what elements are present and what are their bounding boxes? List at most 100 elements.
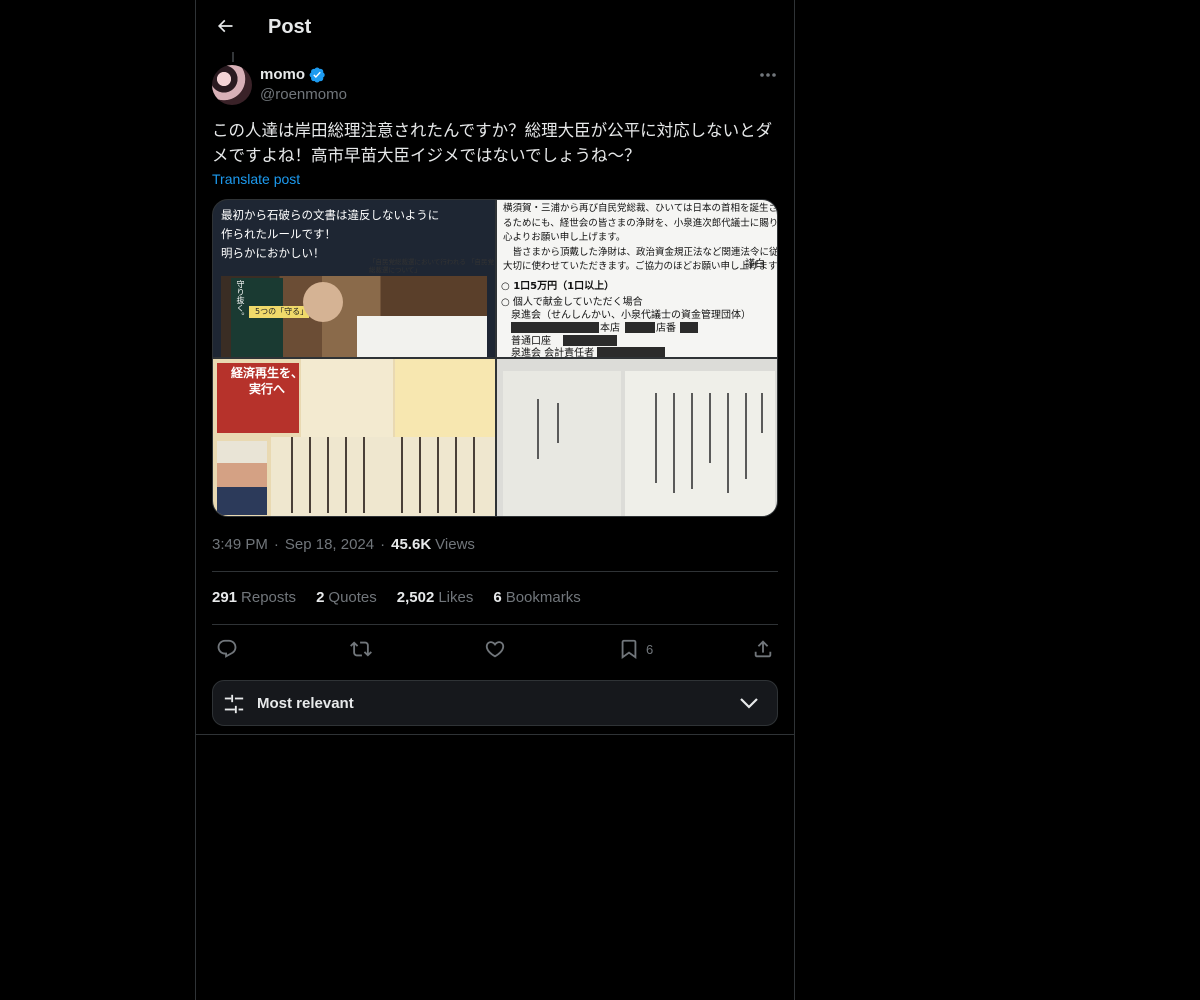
- image4-text-2: [557, 403, 559, 443]
- image3-ink-4: [345, 437, 347, 513]
- like-button[interactable]: [484, 636, 506, 662]
- image2-branch-main: 本店: [600, 323, 620, 334]
- avatar[interactable]: [212, 65, 252, 105]
- author-name[interactable]: momo: [260, 65, 305, 85]
- image2-branch-sub: 店番: [656, 323, 676, 334]
- image3-handwritten-page: [271, 437, 495, 516]
- image3-ink-3: [327, 437, 329, 513]
- image1-band-text: 5つの「守る」: [255, 307, 309, 316]
- heart-icon: [485, 641, 505, 658]
- engagement-stats: 291 Reposts 2 Quotes 2,502 Likes 6 Bookm…: [212, 588, 601, 608]
- divider: [212, 624, 778, 625]
- reply-sort-selector[interactable]: Most relevant: [212, 680, 778, 726]
- author-name-row[interactable]: momo: [260, 65, 326, 85]
- image4-text-3: [655, 393, 657, 483]
- image1-photo: 守り抜く。 5つの「守る」: [221, 276, 487, 357]
- image2-unit-text: 1口5万円（1口以上）: [513, 281, 615, 292]
- image3-ink-9: [455, 437, 457, 513]
- image4-text-8: [745, 393, 747, 479]
- more-horizontal-icon: [760, 73, 776, 77]
- image3-ink-8: [437, 437, 439, 513]
- back-button[interactable]: [208, 9, 242, 43]
- quotes-label: Quotes: [328, 589, 377, 606]
- bookmarks-stat[interactable]: 6 Bookmarks: [493, 588, 580, 608]
- image4-text-7: [727, 393, 729, 493]
- share-button[interactable]: [752, 636, 774, 662]
- image2-unit: ○ 1口5万円（1口以上）: [501, 281, 615, 292]
- divider: [196, 734, 794, 735]
- author-handle[interactable]: @roenmomo: [260, 85, 347, 105]
- repost-button[interactable]: [350, 636, 372, 662]
- repost-icon: [350, 641, 372, 657]
- quotes-stat[interactable]: 2 Quotes: [316, 588, 377, 608]
- image4-text-9: [761, 393, 763, 433]
- image4-text-5: [691, 393, 693, 489]
- bookmark-icon: [621, 639, 637, 660]
- chevron-down-icon: [740, 698, 758, 709]
- sliders-icon: [224, 694, 244, 714]
- image2-treasurer: 泉進会 会計責任者: [511, 348, 595, 357]
- image1-book-spine: 守り抜く。: [236, 280, 245, 320]
- image3-ink-6: [401, 437, 403, 513]
- quotes-count: 2: [316, 589, 325, 606]
- image1-paper-text: 「自民党総裁選において行われる 「自民党総裁選について」: [369, 258, 495, 274]
- image3-ink-2: [309, 437, 311, 513]
- post-detail-column: Post momo @roenmomo この人達は岸田総理注意されたんですか？総…: [195, 0, 795, 1000]
- page-title: Post: [268, 16, 312, 38]
- divider: [212, 571, 778, 572]
- more-options-button[interactable]: [754, 64, 782, 86]
- image1-caption: 最初から石破らの文書は違反しないように 作られたルールです！ 明らかにおかしい！: [221, 208, 440, 260]
- image2-redaction-3: [680, 322, 698, 333]
- post-image-2[interactable]: 横須賀・三浦から再び自民党総裁、ひいては日本の首相を誕生させ るためにも、経世会…: [497, 200, 777, 357]
- reposts-count: 291: [212, 589, 238, 606]
- image2-redaction-4: [563, 335, 617, 346]
- likes-stat[interactable]: 2,502 Likes: [397, 588, 474, 608]
- translate-post-link[interactable]: Translate post: [212, 170, 300, 188]
- image4-page-right: [625, 371, 775, 516]
- likes-label: Likes: [438, 589, 474, 606]
- likes-count: 2,502: [396, 589, 435, 606]
- bookmarks-count: 6: [493, 589, 502, 606]
- image3-ink-5: [363, 437, 365, 513]
- image1-paper: [357, 316, 487, 357]
- image2-redaction-1: [511, 322, 599, 333]
- image2-individual-text: 個人で献金していただく場合: [512, 297, 643, 308]
- image4-text-6: [709, 393, 711, 463]
- image3-page-left: [301, 359, 393, 439]
- post-text: この人達は岸田総理注意されたんですか？総理大臣が公平に対応しないとダメですよね！…: [212, 121, 773, 165]
- image4-page-left: [503, 371, 621, 516]
- reply-sort-label: Most relevant: [257, 695, 354, 712]
- image2-individual: ○ 個人で献金していただく場合: [501, 297, 643, 308]
- bookmark-button[interactable]: 6: [618, 636, 653, 662]
- reply-icon: [217, 639, 237, 658]
- bookmark-count: 6: [646, 641, 654, 657]
- image2-closing: 謹白: [745, 259, 765, 270]
- separator-dot: ·: [273, 536, 279, 553]
- image2-redaction-5: [597, 347, 665, 357]
- page-header: Post: [196, 0, 794, 53]
- reposts-stat[interactable]: 291 Reposts: [212, 588, 296, 608]
- thread-connector: [232, 52, 234, 62]
- post-date[interactable]: Sep 18, 2024: [285, 535, 374, 555]
- image2-redaction-2: [625, 322, 655, 333]
- image3-ink-7: [419, 437, 421, 513]
- reply-button[interactable]: [216, 636, 238, 662]
- separator-dot: ·: [380, 536, 386, 553]
- views-count: 45.6K: [391, 536, 432, 553]
- bookmarks-label: Bookmarks: [505, 589, 581, 606]
- image3-portrait: [217, 441, 267, 515]
- image2-org: 泉進会（せんしんかい、小泉代議士の資金管理団体）: [511, 310, 751, 321]
- image1-portrait: [303, 282, 343, 322]
- verified-badge-icon[interactable]: [308, 66, 326, 84]
- post-time[interactable]: 3:49 PM: [212, 535, 268, 555]
- image4-text-4: [673, 393, 675, 493]
- post-image-4[interactable]: [497, 359, 777, 516]
- post-image-1[interactable]: 最初から石破らの文書は違反しないように 作られたルールです！ 明らかにおかしい！…: [213, 200, 495, 357]
- share-icon: [754, 640, 772, 658]
- post-metadata: 3:49 PM · Sep 18, 2024 · 45.6K Views: [212, 535, 475, 555]
- image3-red-text: 経済再生を、 実行へ: [231, 366, 304, 396]
- post-image-3[interactable]: 経済再生を、 実行へ: [213, 359, 495, 516]
- image3-ink-1: [291, 437, 293, 513]
- image3-ink-10: [473, 437, 475, 513]
- image4-text-1: [537, 399, 539, 459]
